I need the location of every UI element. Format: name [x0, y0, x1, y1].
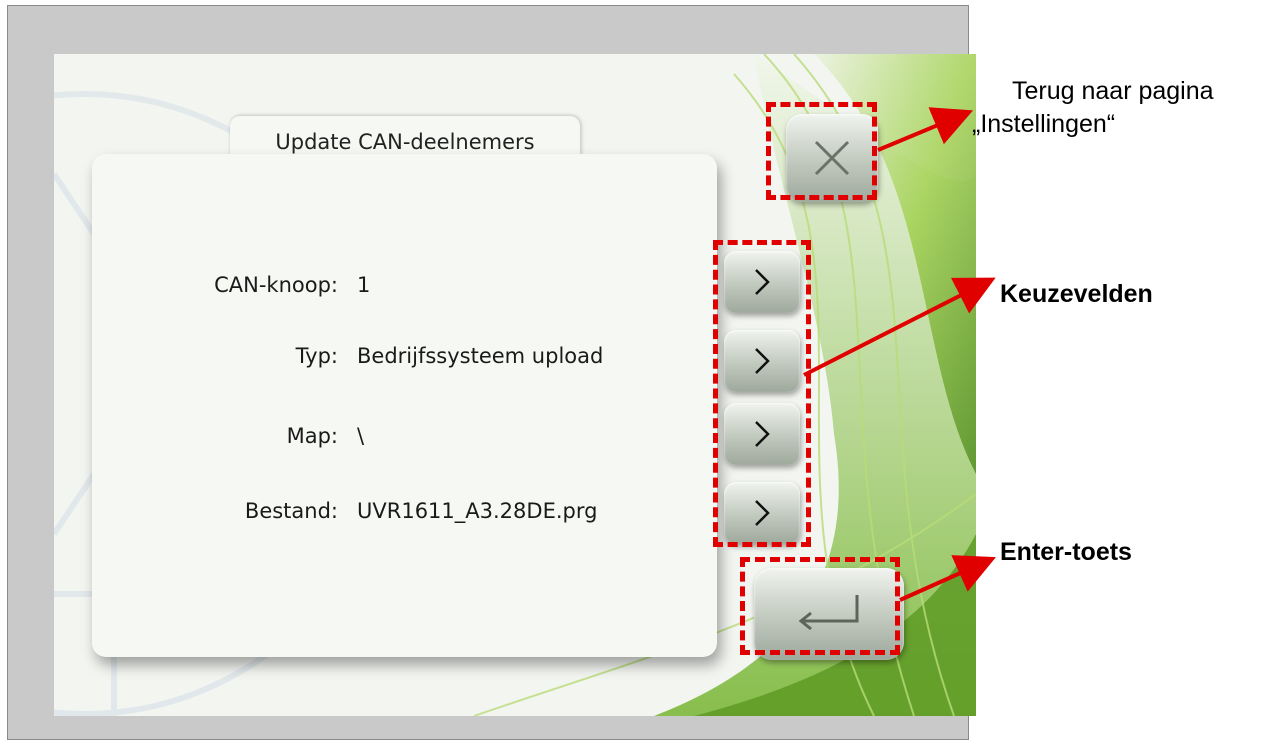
annotation-back-line2: „Instellingen“ — [972, 110, 1116, 138]
annotation-back-line1: Terug naar pagina — [1012, 77, 1214, 105]
annotation-enter-key: Enter-toets — [1000, 538, 1132, 566]
annotation-select-fields: Keuzevelden — [1000, 280, 1153, 308]
